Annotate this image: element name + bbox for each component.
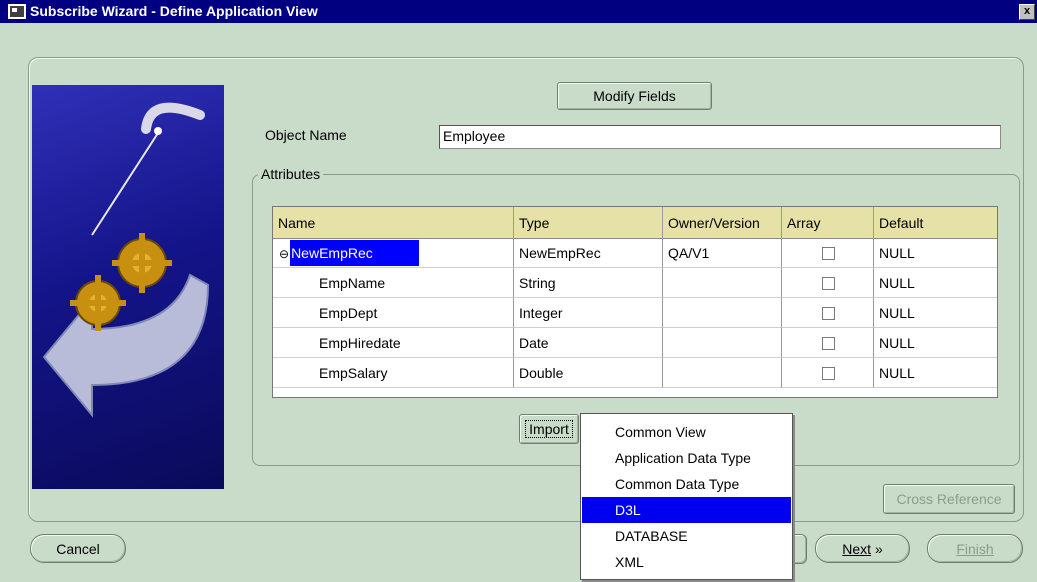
cell-owner-version[interactable]	[663, 358, 782, 388]
array-checkbox[interactable]	[822, 367, 835, 380]
object-name-label: Object Name	[265, 127, 347, 143]
import-menu[interactable]: Common View Application Data Type Common…	[580, 413, 793, 580]
cell-type[interactable]: String	[514, 268, 663, 298]
close-icon[interactable]: x	[1019, 4, 1035, 20]
menu-item-common-data-type[interactable]: Common Data Type	[582, 471, 791, 497]
column-header-owner-version[interactable]: Owner/Version	[663, 207, 782, 238]
finish-button-label: Finish	[956, 541, 994, 557]
cell-name[interactable]: EmpDept	[273, 298, 514, 328]
cell-type[interactable]: NewEmpRec	[514, 238, 663, 268]
cell-owner-version[interactable]	[663, 328, 782, 358]
next-arrow-icon: »	[874, 541, 883, 557]
menu-item-d3l[interactable]: D3L	[582, 497, 791, 523]
column-header-type[interactable]: Type	[514, 207, 663, 238]
attributes-group-label: Attributes	[258, 166, 324, 182]
cell-owner-version[interactable]: QA/V1	[663, 238, 782, 268]
import-button[interactable]: Import	[519, 414, 579, 444]
cell-type[interactable]: Double	[514, 358, 663, 388]
cell-array[interactable]	[782, 238, 874, 268]
attributes-table[interactable]: Name Type Owner/Version Array Default ⊖ N…	[272, 206, 998, 398]
next-button-label: Next	[842, 541, 872, 557]
cell-owner-version[interactable]	[663, 268, 782, 298]
selected-name[interactable]: NewEmpRec	[290, 240, 419, 266]
cell-owner-version[interactable]	[663, 298, 782, 328]
array-checkbox[interactable]	[822, 277, 835, 290]
column-header-array[interactable]: Array	[782, 207, 874, 238]
cell-default[interactable]: NULL	[874, 238, 997, 268]
array-checkbox[interactable]	[822, 307, 835, 320]
cell-array[interactable]	[782, 298, 874, 328]
menu-item-common-view[interactable]: Common View	[582, 419, 791, 445]
object-name-field[interactable]: Employee	[439, 125, 1001, 149]
array-checkbox[interactable]	[822, 247, 835, 260]
app-icon	[8, 4, 26, 19]
cell-default[interactable]: NULL	[874, 268, 997, 298]
column-header-name[interactable]: Name	[273, 207, 514, 238]
cell-array[interactable]	[782, 328, 874, 358]
cancel-button[interactable]: Cancel	[30, 534, 126, 563]
collapse-icon[interactable]: ⊖	[279, 247, 289, 261]
cell-name[interactable]: EmpSalary	[273, 358, 514, 388]
menu-item-database[interactable]: DATABASE	[582, 523, 791, 549]
window-title-bar: Subscribe Wizard - Define Application Vi…	[0, 0, 1037, 23]
wizard-illustration	[32, 85, 224, 489]
cell-name[interactable]: EmpName	[273, 268, 514, 298]
cell-name[interactable]: ⊖ NewEmpRec	[273, 238, 514, 268]
column-header-default[interactable]: Default	[874, 207, 997, 238]
menu-item-xml[interactable]: XML	[582, 549, 791, 575]
finish-button[interactable]: Finish	[927, 534, 1023, 563]
import-button-label: Import	[525, 420, 573, 438]
cell-default[interactable]: NULL	[874, 328, 997, 358]
cell-type[interactable]: Date	[514, 328, 663, 358]
menu-item-application-data-type[interactable]: Application Data Type	[582, 445, 791, 471]
cell-name[interactable]: EmpHiredate	[273, 328, 514, 358]
cross-reference-button[interactable]: Cross Reference	[883, 484, 1015, 514]
table-header: Name Type Owner/Version Array Default	[273, 207, 997, 239]
array-checkbox[interactable]	[822, 337, 835, 350]
modify-fields-button[interactable]: Modify Fields	[557, 82, 712, 110]
cell-default[interactable]: NULL	[874, 298, 997, 328]
next-button[interactable]: Next »	[815, 534, 910, 563]
cell-default[interactable]: NULL	[874, 358, 997, 388]
cell-type[interactable]: Integer	[514, 298, 663, 328]
window-title: Subscribe Wizard - Define Application Vi…	[30, 3, 318, 19]
cell-array[interactable]	[782, 268, 874, 298]
cell-array[interactable]	[782, 358, 874, 388]
gears-arrow-illustration	[42, 102, 210, 418]
